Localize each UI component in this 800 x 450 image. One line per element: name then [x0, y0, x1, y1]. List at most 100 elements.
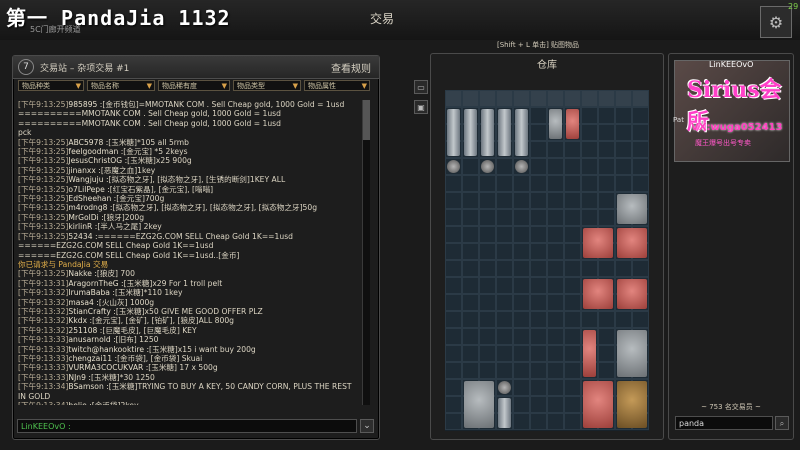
storage-slot[interactable] [547, 260, 564, 277]
storage-slot[interactable] [581, 311, 598, 328]
storage-slot[interactable] [530, 362, 547, 379]
storage-slot[interactable] [530, 175, 547, 192]
storage-item-sword-icon[interactable] [498, 109, 511, 156]
storage-slot[interactable] [445, 260, 462, 277]
storage-slot[interactable] [462, 90, 479, 107]
storage-slot[interactable] [530, 226, 547, 243]
filter-item-rarity[interactable]: 物品稀有度 ▼ [158, 80, 230, 91]
storage-slot[interactable] [547, 209, 564, 226]
chat-sender[interactable]: belie : [68, 401, 91, 405]
storage-slot[interactable] [513, 413, 530, 430]
storage-item-armor-icon[interactable] [583, 279, 613, 309]
storage-slot[interactable] [462, 192, 479, 209]
storage-slot[interactable] [632, 90, 649, 107]
storage-slot[interactable] [598, 362, 615, 379]
storage-slot[interactable] [513, 294, 530, 311]
filter-item-attribute[interactable]: 物品属性 ▼ [304, 80, 370, 91]
chat-sender[interactable]: Kkdx : [68, 316, 92, 325]
storage-slot[interactable] [547, 294, 564, 311]
storage-slot[interactable] [615, 90, 632, 107]
storage-slot[interactable] [547, 158, 564, 175]
storage-slot[interactable] [598, 175, 615, 192]
storage-slot[interactable] [513, 396, 530, 413]
storage-item-plate-icon[interactable] [617, 330, 647, 377]
trader-search-input[interactable]: panda [675, 416, 773, 430]
storage-slot[interactable] [496, 209, 513, 226]
storage-slot[interactable] [479, 277, 496, 294]
storage-slot[interactable] [581, 124, 598, 141]
storage-slot[interactable] [496, 277, 513, 294]
storage-slot[interactable] [581, 141, 598, 158]
storage-slot[interactable] [598, 107, 615, 124]
storage-slot[interactable] [615, 311, 632, 328]
storage-slot[interactable] [479, 362, 496, 379]
storage-slot[interactable] [598, 90, 615, 107]
storage-slot[interactable] [530, 90, 547, 107]
view-rules-link[interactable]: 查看规则 [331, 60, 371, 75]
storage-item-shield-icon[interactable] [481, 160, 494, 173]
storage-item-armor-icon[interactable] [583, 330, 596, 377]
storage-slot[interactable] [547, 396, 564, 413]
chat-sender[interactable]: 52434 : [68, 232, 97, 241]
chat-sender[interactable]: NJn9 : [68, 373, 91, 382]
chat-sender[interactable]: ABC5978 : [68, 138, 108, 147]
storage-slot[interactable] [530, 141, 547, 158]
storage-slot[interactable] [513, 311, 530, 328]
storage-slot[interactable] [530, 260, 547, 277]
chat-sender[interactable]: twitch@hankooktire : [68, 345, 149, 354]
storage-slot[interactable] [445, 90, 462, 107]
storage-slot[interactable] [547, 90, 564, 107]
storage-slot[interactable] [632, 124, 649, 141]
box-icon[interactable]: ▭ [414, 80, 428, 94]
storage-slot[interactable] [564, 243, 581, 260]
double-chevron-down-icon[interactable]: ⌄ [360, 419, 374, 433]
storage-slot[interactable] [564, 396, 581, 413]
storage-slot[interactable] [547, 345, 564, 362]
chat-sender[interactable]: VURMA3COCUKVAR : [68, 363, 148, 372]
chat-sender[interactable]: m4rodng8 : [68, 203, 112, 212]
storage-slot[interactable] [513, 175, 530, 192]
storage-slot[interactable] [598, 209, 615, 226]
storage-slot[interactable] [581, 158, 598, 175]
storage-slot[interactable] [564, 158, 581, 175]
chat-sender[interactable]: EdSheehan : [68, 194, 116, 203]
filter-item-type[interactable]: 物品类型 ▼ [233, 80, 301, 91]
filter-item-name[interactable]: 物品名称 ▼ [87, 80, 155, 91]
scrollbar-thumb[interactable] [363, 100, 370, 140]
storage-slot[interactable] [598, 158, 615, 175]
storage-slot[interactable] [513, 226, 530, 243]
storage-slot[interactable] [564, 362, 581, 379]
storage-slot[interactable] [445, 243, 462, 260]
storage-slot[interactable] [581, 209, 598, 226]
storage-item-sword-icon[interactable] [447, 109, 460, 156]
storage-slot[interactable] [496, 158, 513, 175]
storage-slot[interactable] [496, 294, 513, 311]
storage-slot[interactable] [547, 413, 564, 430]
storage-item-sword-icon[interactable] [498, 398, 511, 428]
chat-sender[interactable]: BSamson : [68, 382, 108, 391]
storage-slot[interactable] [581, 107, 598, 124]
storage-slot[interactable] [445, 362, 462, 379]
storage-slot[interactable] [513, 345, 530, 362]
chat-sender[interactable]: Nakke : [68, 269, 97, 278]
storage-slot[interactable] [564, 141, 581, 158]
chat-scrollbar[interactable] [362, 100, 370, 405]
chat-sender[interactable]: feelgoodman : [68, 147, 123, 156]
storage-item-plate-icon[interactable] [464, 381, 494, 428]
storage-item-armor-icon[interactable] [617, 279, 647, 309]
storage-slot[interactable] [479, 226, 496, 243]
storage-item-sword-icon[interactable] [481, 109, 494, 156]
storage-slot[interactable] [462, 209, 479, 226]
storage-slot[interactable] [564, 209, 581, 226]
storage-slot[interactable] [547, 311, 564, 328]
chat-sender[interactable]: chengzai11 : [68, 354, 117, 363]
storage-slot[interactable] [496, 192, 513, 209]
storage-slot[interactable] [598, 141, 615, 158]
magnifier-icon[interactable]: ⌕ [775, 416, 789, 430]
storage-slot[interactable] [445, 175, 462, 192]
chat-sender[interactable]: jinanxx : [68, 166, 100, 175]
storage-item-shield-icon[interactable] [515, 160, 528, 173]
storage-slot[interactable] [564, 413, 581, 430]
storage-item-shield-icon[interactable] [498, 381, 511, 394]
storage-slot[interactable] [513, 379, 530, 396]
